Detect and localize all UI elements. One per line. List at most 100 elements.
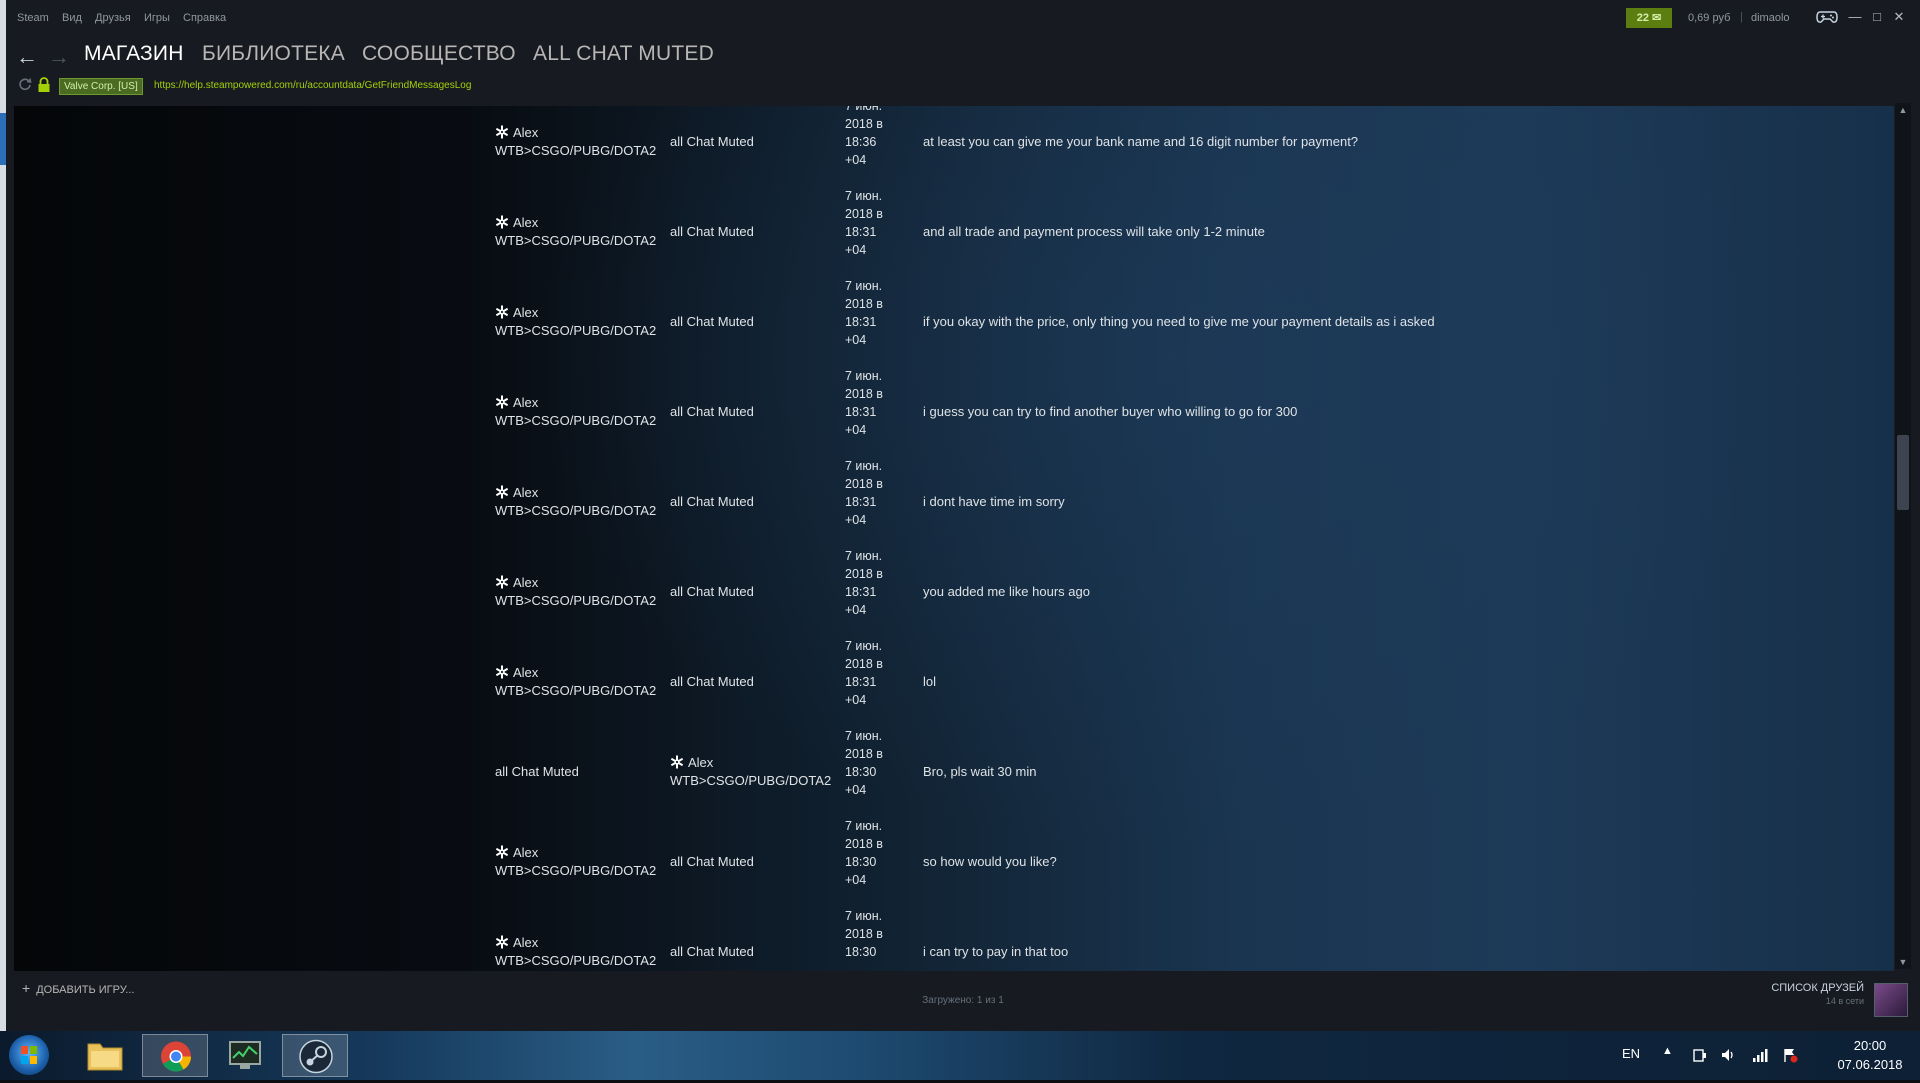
certificate-badge[interactable]: Valve Corp. [US]	[59, 78, 143, 95]
date-line: +04	[845, 873, 867, 887]
show-hidden-icons-arrow-icon[interactable]: ▲	[1662, 1045, 1673, 1057]
message-date: 7 июн. 2018 в 18:36 +04	[845, 106, 883, 169]
user-cell[interactable]: all Chat Muted	[670, 584, 754, 599]
user-cell[interactable]: Alex WTB>CSGO/PUBG/DOTA2	[495, 574, 656, 610]
avatar[interactable]	[1874, 983, 1908, 1017]
language-indicator[interactable]: EN	[1622, 1046, 1640, 1061]
scroll-down-arrow-icon[interactable]: ▼	[1895, 955, 1911, 969]
clock-date[interactable]: 07.06.2018	[1822, 1057, 1918, 1072]
message-row: Alex WTB>CSGO/PUBG/DOTA2 all Chat Muted 7 и…	[14, 547, 1894, 637]
message-row: Alex WTB>CSGO/PUBG/DOTA2 all Chat Muted 7 и…	[14, 277, 1894, 367]
minimize-icon[interactable]: —	[1847, 8, 1863, 26]
message-row: Alex WTB>CSGO/PUBG/DOTA2 all Chat Muted 7 и…	[14, 817, 1894, 907]
date-line: 18:31	[845, 405, 877, 419]
message-text: Bro, pls wait 30 min	[923, 764, 1037, 779]
user-cell[interactable]: all Chat Muted	[495, 764, 579, 779]
message-text: at least you can give me your bank name …	[923, 134, 1359, 149]
taskbar: EN ▲ 20:00 07.06.2018	[0, 1031, 1920, 1080]
user-name: Alex	[688, 755, 714, 770]
scroll-up-arrow-icon[interactable]: ▲	[1895, 103, 1911, 117]
user-cell[interactable]: all Chat Muted	[670, 944, 754, 959]
gear-icon	[495, 125, 509, 139]
close-icon[interactable]: ✕	[1891, 8, 1907, 26]
big-picture-gamepad-icon[interactable]	[1816, 10, 1838, 24]
user-name: Alex	[513, 485, 539, 500]
user-name: Alex	[513, 935, 539, 950]
date-line: 2018 в	[845, 207, 883, 221]
menubar-separator: |	[1740, 11, 1743, 23]
tab-store[interactable]: МАГАЗИН	[84, 42, 184, 66]
user-tag: WTB>CSGO/PUBG/DOTA2	[495, 143, 657, 158]
message-date: 7 июн. 2018 в 18:31 +04	[845, 457, 883, 529]
vertical-scrollbar[interactable]: ▲ ▼	[1895, 103, 1911, 969]
action-center-flag-icon[interactable]	[1782, 1047, 1798, 1063]
user-cell[interactable]: all Chat Muted	[670, 854, 754, 869]
account-name[interactable]: dimaolo	[1751, 12, 1790, 24]
gear-icon	[495, 215, 509, 229]
user-cell[interactable]: Alex WTB>CSGO/PUBG/DOTA2	[495, 844, 656, 880]
steam-logo-icon	[299, 1039, 333, 1074]
tab-profile[interactable]: ALL CHAT MUTED	[533, 42, 714, 66]
user-name: Alex	[513, 305, 539, 320]
task-manager-taskbar-icon[interactable]	[212, 1034, 278, 1077]
user-cell[interactable]: Alex WTB>CSGO/PUBG/DOTA2	[495, 484, 656, 520]
user-cell[interactable]: Alex WTB>CSGO/PUBG/DOTA2	[495, 124, 656, 160]
gear-icon	[495, 575, 509, 589]
menu-steam[interactable]: Steam	[17, 12, 49, 24]
user-cell[interactable]: Alex WTB>CSGO/PUBG/DOTA2	[495, 664, 656, 700]
user-cell[interactable]: Alex WTB>CSGO/PUBG/DOTA2	[670, 754, 831, 790]
user-cell[interactable]: Alex WTB>CSGO/PUBG/DOTA2	[495, 304, 656, 340]
message-text: lol	[923, 674, 937, 689]
friends-list-button[interactable]: СПИСОК ДРУЗЕЙ	[1724, 982, 1864, 994]
wallet-balance[interactable]: 0,69 руб	[1688, 12, 1730, 24]
clock-time[interactable]: 20:00	[1840, 1038, 1900, 1053]
gear-icon	[495, 305, 509, 319]
menu-friends[interactable]: Друзья	[95, 12, 131, 24]
user-cell[interactable]: all Chat Muted	[670, 674, 754, 689]
message-row: Alex WTB>CSGO/PUBG/DOTA2 all Chat Muted 7 и…	[14, 187, 1894, 277]
message-row: Alex WTB>CSGO/PUBG/DOTA2 all Chat Muted 7 и…	[14, 457, 1894, 547]
monitor-chart-icon	[229, 1041, 261, 1069]
user-name: Alex	[513, 125, 539, 140]
user-cell[interactable]: all Chat Muted	[670, 134, 754, 149]
maximize-icon[interactable]: □	[1869, 8, 1885, 26]
message-text: so how would you like?	[923, 854, 1057, 869]
reload-icon[interactable]	[18, 77, 32, 91]
download-status[interactable]: Загружено: 1 из 1	[6, 995, 1920, 1006]
chrome-taskbar-icon[interactable]	[142, 1034, 208, 1077]
menu-help[interactable]: Справка	[183, 12, 226, 24]
user-cell[interactable]: Alex WTB>CSGO/PUBG/DOTA2	[495, 394, 656, 430]
user-tag: WTB>CSGO/PUBG/DOTA2	[495, 863, 657, 878]
gear-icon	[670, 755, 684, 769]
back-arrow-icon[interactable]: ←	[16, 44, 38, 70]
user-cell[interactable]: Alex WTB>CSGO/PUBG/DOTA2	[495, 214, 656, 250]
chrome-icon	[161, 1041, 191, 1072]
file-explorer-taskbar-icon[interactable]	[72, 1034, 138, 1077]
url-address[interactable]: https://help.steampowered.com/ru/account…	[154, 80, 471, 91]
message-date: 7 июн. 2018 в 18:30 +04	[845, 817, 883, 889]
user-cell[interactable]: all Chat Muted	[670, 494, 754, 509]
message-text: if you okay with the price, only thing y…	[923, 314, 1435, 329]
scroll-thumb[interactable]	[1897, 435, 1909, 510]
network-signal-icon[interactable]	[1752, 1047, 1768, 1063]
menu-view[interactable]: Вид	[62, 12, 82, 24]
user-name: Alex	[513, 575, 539, 590]
user-cell[interactable]: all Chat Muted	[670, 404, 754, 419]
tab-library[interactable]: БИБЛИОТЕКА	[202, 42, 345, 66]
date-line: 18:31	[845, 675, 877, 689]
menu-games[interactable]: Игры	[144, 12, 170, 24]
notifications-button[interactable]: 22 ✉	[1626, 8, 1672, 28]
user-cell[interactable]: Alex WTB>CSGO/PUBG/DOTA2	[495, 934, 656, 970]
device-tray-icon[interactable]	[1692, 1047, 1708, 1063]
volume-icon[interactable]	[1720, 1047, 1736, 1063]
message-row: Alex WTB>CSGO/PUBG/DOTA2 all Chat Muted 7 и…	[14, 367, 1894, 457]
add-game-button[interactable]: + ДОБАВИТЬ ИГРУ...	[22, 980, 134, 996]
user-cell[interactable]: all Chat Muted	[670, 224, 754, 239]
date-line: 18:31	[845, 315, 877, 329]
forward-arrow-icon[interactable]: →	[48, 44, 70, 70]
windows-start-icon[interactable]	[9, 1035, 49, 1075]
date-line: +04	[845, 783, 867, 797]
tab-community[interactable]: СООБЩЕСТВО	[362, 42, 516, 66]
steam-taskbar-icon[interactable]	[282, 1034, 348, 1077]
user-cell[interactable]: all Chat Muted	[670, 314, 754, 329]
